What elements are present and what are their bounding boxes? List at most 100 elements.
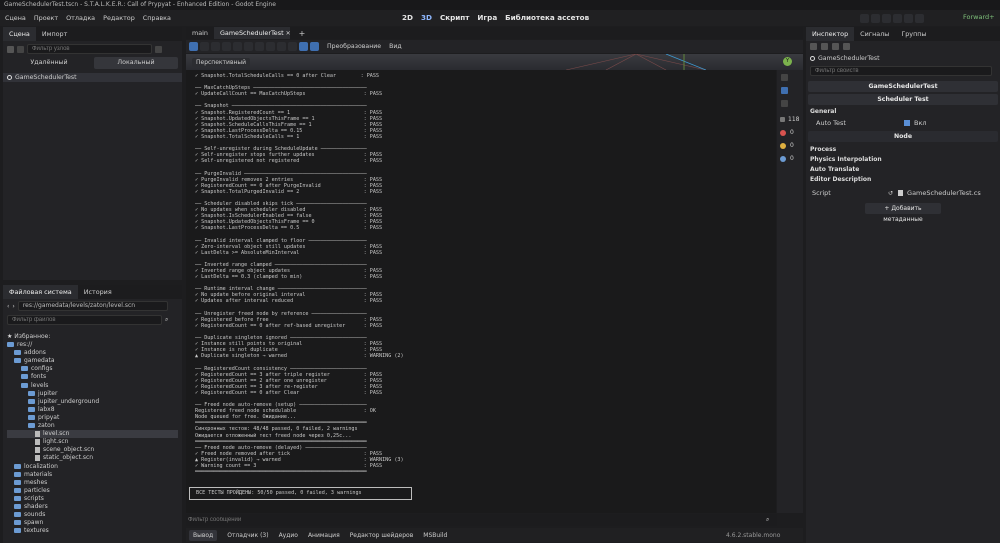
reset-icon[interactable]: ↺ [888, 190, 893, 197]
group-physics-interpolation[interactable]: Physics Interpolation [806, 155, 1000, 165]
tab-output[interactable]: Вывод [189, 529, 218, 541]
tab-groups[interactable]: Группы [895, 27, 932, 41]
tab-audio[interactable]: Аудио [279, 532, 298, 539]
scene-tab-main[interactable]: main [186, 27, 214, 39]
save-resource-icon[interactable] [832, 43, 839, 50]
message-filter-input[interactable] [186, 515, 766, 525]
menu-editor[interactable]: Редактор [99, 10, 139, 26]
tab-signals[interactable]: Сигналы [854, 27, 895, 41]
file-item[interactable]: scene_object.scn [7, 446, 178, 454]
folder-item[interactable]: materials [7, 471, 178, 479]
search-icon[interactable]: ⌕ [165, 316, 168, 324]
tab-import[interactable]: Импорт [36, 27, 73, 41]
folder-item[interactable]: jupiter [7, 390, 178, 398]
folder-item[interactable]: meshes [7, 479, 178, 487]
tab-inspector[interactable]: Инспектор [806, 27, 855, 41]
workspace-game[interactable]: Игра [473, 10, 501, 26]
movie-icon[interactable] [915, 14, 924, 23]
tab-msbuild[interactable]: MSBuild [423, 532, 447, 539]
menu-project[interactable]: Проект [30, 10, 62, 26]
gizmo-y-icon[interactable]: Y [783, 57, 792, 66]
file-item[interactable]: light.scn [7, 438, 178, 446]
workspace-script[interactable]: Скрипт [436, 10, 473, 26]
folder-item[interactable]: levels [7, 382, 178, 390]
open-resource-icon[interactable] [821, 43, 828, 50]
folder-item[interactable]: pripyat [7, 414, 178, 422]
message-count-icon[interactable] [780, 117, 785, 122]
menu-help[interactable]: Справка [139, 10, 175, 26]
folder-item[interactable]: scripts [7, 495, 178, 503]
folder-item[interactable]: spawn [7, 519, 178, 527]
environment-icon[interactable] [310, 42, 319, 51]
folder-item[interactable]: zaton [7, 422, 178, 430]
add-tab-icon[interactable]: + [299, 29, 306, 38]
select-tool-icon[interactable] [189, 42, 198, 51]
play-custom-icon[interactable] [904, 14, 913, 23]
workspace-2d[interactable]: 2D [398, 10, 417, 26]
menu-debug[interactable]: Отладка [62, 10, 99, 26]
folder-item[interactable]: textures [7, 527, 178, 535]
editor-message-icon[interactable] [780, 155, 786, 162]
lock-icon[interactable] [244, 42, 253, 51]
folder-item[interactable]: addons [7, 349, 178, 357]
menu-transform[interactable]: Преобразование [327, 43, 381, 50]
error-icon[interactable] [780, 129, 786, 136]
local-tab[interactable]: Локальный [94, 57, 178, 69]
close-icon[interactable]: ✕ [286, 30, 291, 37]
group-process[interactable]: Process [806, 145, 1000, 155]
group-icon[interactable] [255, 42, 264, 51]
filter-icon[interactable] [155, 45, 162, 53]
scene-tree-root[interactable]: GameSchedulerTest [3, 73, 182, 82]
new-resource-icon[interactable] [810, 43, 817, 50]
tab-animation[interactable]: Анимация [308, 532, 340, 539]
play-scene-icon[interactable] [893, 14, 902, 23]
pause-icon[interactable] [871, 14, 880, 23]
group-editor-description[interactable]: Editor Description [806, 175, 1000, 185]
tab-shader-editor[interactable]: Редактор шейдеров [350, 532, 414, 539]
menu-scene[interactable]: Сцена [1, 10, 30, 26]
add-node-icon[interactable] [7, 45, 14, 53]
file-filter-input[interactable] [7, 315, 162, 325]
move-tool-icon[interactable] [200, 42, 209, 51]
property-filter-input[interactable] [810, 66, 992, 76]
folder-item[interactable]: shaders [7, 503, 178, 511]
sun-icon[interactable] [299, 42, 308, 51]
rotate-tool-icon[interactable] [211, 42, 220, 51]
folder-item[interactable]: labx8 [7, 406, 178, 414]
warning-icon[interactable] [780, 142, 786, 149]
folder-item[interactable]: gamedata [7, 357, 178, 365]
workspace-3d[interactable]: 3D [417, 10, 436, 26]
forward-icon[interactable]: › [12, 303, 14, 310]
link-icon[interactable] [17, 45, 24, 53]
folder-item[interactable]: localization [7, 463, 178, 471]
viewport-3d[interactable]: Перспективный Y [186, 54, 803, 70]
perspective-label[interactable]: Перспективный [192, 58, 251, 67]
menu-view[interactable]: Вид [389, 43, 402, 50]
stop-icon[interactable] [882, 14, 891, 23]
folder-item[interactable]: fonts [7, 373, 178, 381]
search-icon[interactable]: ⌕ [766, 516, 769, 524]
folder-item[interactable]: configs [7, 365, 178, 373]
node-filter-input[interactable] [27, 44, 152, 54]
search-output-icon[interactable] [781, 87, 788, 94]
folder-item[interactable]: jupiter_underground [7, 398, 178, 406]
tab-debugger[interactable]: Отладчик (3) [227, 532, 268, 539]
ruler-icon[interactable] [266, 42, 275, 51]
script-value[interactable]: GameSchedulerTest.cs [907, 189, 981, 197]
clear-icon[interactable] [781, 100, 788, 107]
renderer-select[interactable]: Forward+ [963, 13, 995, 21]
tab-history[interactable]: История [78, 285, 118, 299]
file-item[interactable]: static_object.scn [7, 454, 178, 462]
play-icon[interactable] [860, 14, 869, 23]
section-general[interactable]: General [806, 107, 1000, 117]
scene-tab-gameschedulertest[interactable]: GameSchedulerTest [213, 27, 290, 39]
checkbox-icon[interactable] [904, 120, 910, 126]
extra-options-icon[interactable] [843, 43, 850, 50]
inspected-object[interactable]: GameSchedulerTest [818, 55, 880, 62]
selectable-icon[interactable] [233, 42, 242, 51]
tab-filesystem[interactable]: Файловая система [3, 285, 78, 299]
add-metadata-button[interactable]: + Добавить метаданные [865, 203, 941, 223]
local-space-icon[interactable] [277, 42, 286, 51]
scale-tool-icon[interactable] [222, 42, 231, 51]
folder-item[interactable]: sounds [7, 511, 178, 519]
